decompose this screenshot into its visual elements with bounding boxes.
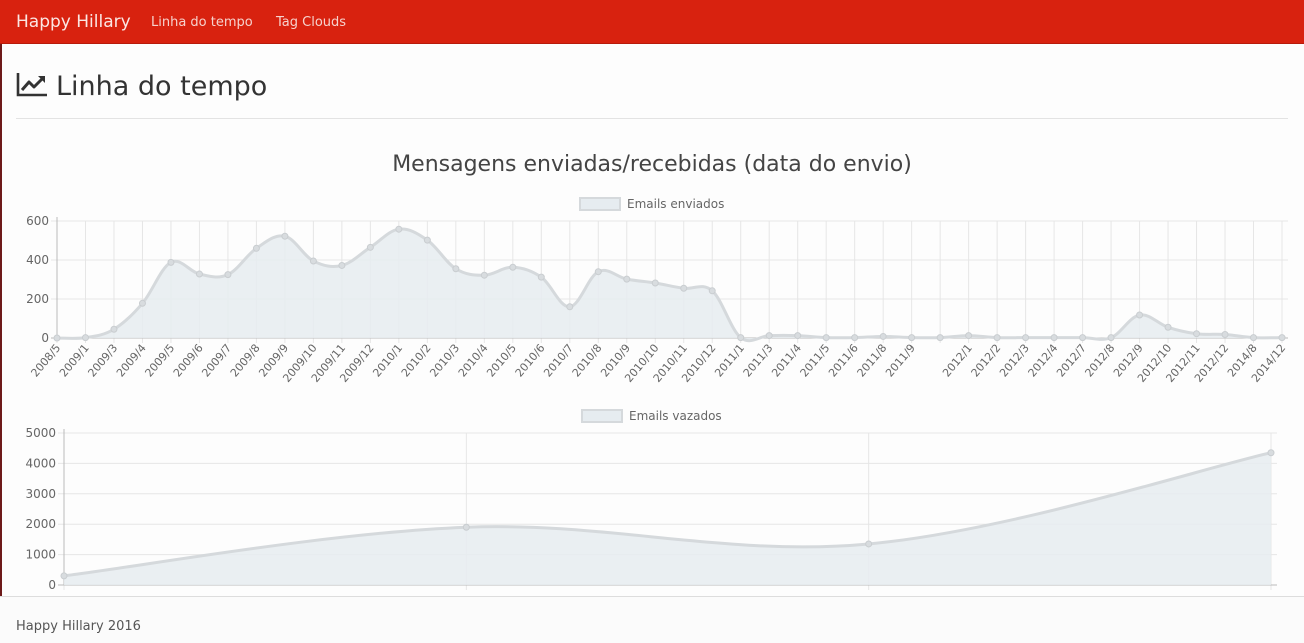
data-point bbox=[865, 540, 873, 548]
y-tick-label: 2000 bbox=[25, 517, 56, 531]
x-tick-label: 2010/8 bbox=[570, 342, 605, 380]
data-point bbox=[1250, 334, 1258, 342]
data-point bbox=[1164, 323, 1172, 331]
y-tick-label: 400 bbox=[26, 253, 49, 267]
data-point bbox=[366, 243, 374, 251]
y-tick-label: 0 bbox=[48, 578, 56, 592]
x-tick-label: 2009/7 bbox=[199, 342, 234, 380]
x-tick-label: 2012/1 bbox=[940, 342, 975, 380]
data-point bbox=[167, 258, 175, 266]
x-tick-label: 2011/3 bbox=[741, 342, 776, 380]
data-point bbox=[309, 257, 317, 265]
x-tick-label: 2012/3 bbox=[997, 342, 1032, 380]
data-point bbox=[1193, 330, 1201, 338]
data-point bbox=[60, 572, 68, 580]
x-tick-label: 2009/1 bbox=[57, 342, 92, 380]
x-tick-label: 2010/5 bbox=[484, 342, 519, 380]
y-tick-label: 600 bbox=[26, 214, 49, 228]
data-point bbox=[195, 270, 203, 278]
footer-text: Happy Hillary 2016 bbox=[16, 619, 141, 634]
data-point bbox=[1079, 334, 1087, 342]
legend-swatch bbox=[581, 409, 623, 423]
x-tick-label: 2009/8 bbox=[228, 342, 263, 380]
data-point bbox=[81, 334, 89, 342]
data-point bbox=[1136, 311, 1144, 319]
data-point bbox=[53, 334, 61, 342]
x-tick-label: 2012/7 bbox=[1054, 342, 1089, 380]
y-tick-label: 5000 bbox=[25, 426, 56, 440]
legend-label: Emails vazados bbox=[629, 409, 722, 423]
data-point bbox=[338, 261, 346, 269]
data-point bbox=[281, 232, 289, 240]
data-point bbox=[651, 279, 659, 287]
x-tick-label: 2011/6 bbox=[826, 342, 861, 380]
chart-0: Emails enviados02004006002008/52009/1200… bbox=[26, 197, 1288, 385]
x-tick-label: 2010/6 bbox=[513, 342, 548, 380]
legend-label: Emails enviados bbox=[627, 197, 724, 211]
x-tick-label: 2011/5 bbox=[798, 342, 833, 380]
data-point bbox=[993, 334, 1001, 342]
data-point bbox=[822, 334, 830, 342]
data-point bbox=[708, 287, 716, 295]
data-point bbox=[1221, 330, 1229, 338]
x-tick-label: 2010/4 bbox=[456, 342, 491, 380]
data-point bbox=[737, 334, 745, 342]
data-point bbox=[1050, 334, 1058, 342]
data-point bbox=[965, 332, 973, 340]
data-point bbox=[680, 284, 688, 292]
data-point bbox=[1278, 334, 1286, 342]
x-tick-label: 2011/8 bbox=[855, 342, 890, 380]
x-tick-label: 2011/9 bbox=[883, 342, 918, 380]
x-tick-label: 2010/1 bbox=[370, 342, 405, 380]
x-tick-label: 2009/3 bbox=[85, 342, 120, 380]
data-point bbox=[936, 334, 944, 342]
data-point bbox=[566, 303, 574, 311]
series-area bbox=[64, 452, 1271, 585]
data-point bbox=[794, 332, 802, 340]
x-tick-label: 2010/3 bbox=[427, 342, 462, 380]
data-point bbox=[851, 334, 859, 342]
data-point bbox=[462, 523, 470, 531]
y-tick-label: 4000 bbox=[25, 456, 56, 470]
footer: Happy Hillary 2016 bbox=[0, 596, 1304, 643]
data-point bbox=[765, 332, 773, 340]
data-point bbox=[138, 299, 146, 307]
legend-swatch bbox=[579, 197, 621, 211]
data-point bbox=[1107, 334, 1115, 342]
data-point bbox=[224, 271, 232, 279]
x-tick-label: 2010/2 bbox=[399, 342, 434, 380]
charts-canvas: Emails enviados02004006002008/52009/1200… bbox=[25, 197, 1288, 596]
x-tick-label: 2008/5 bbox=[28, 342, 63, 380]
x-tick-label: 2009/4 bbox=[114, 342, 149, 380]
y-tick-label: 0 bbox=[41, 331, 49, 345]
data-point bbox=[252, 244, 260, 252]
data-point bbox=[1267, 449, 1275, 457]
data-point bbox=[623, 275, 631, 283]
data-point bbox=[1022, 334, 1030, 342]
chart-1: Emails vazados01000200030004000500005/15… bbox=[25, 409, 1288, 596]
x-tick-label: 2009/6 bbox=[171, 342, 206, 380]
data-point bbox=[480, 271, 488, 279]
data-point bbox=[110, 325, 118, 333]
y-tick-label: 1000 bbox=[25, 548, 56, 562]
y-tick-label: 3000 bbox=[25, 487, 56, 501]
data-point bbox=[452, 265, 460, 273]
data-point bbox=[423, 236, 431, 244]
x-tick-label: 2012/4 bbox=[1026, 342, 1061, 380]
data-point bbox=[594, 268, 602, 276]
x-tick-label: 2010/7 bbox=[541, 342, 576, 380]
data-point bbox=[908, 334, 916, 342]
x-tick-label: 2011/4 bbox=[769, 342, 804, 380]
data-point bbox=[537, 273, 545, 281]
x-tick-label: 2012/2 bbox=[969, 342, 1004, 380]
x-tick-label: 2009/5 bbox=[142, 342, 177, 380]
data-point bbox=[395, 225, 403, 233]
data-point bbox=[509, 263, 517, 271]
x-tick-label: 2011/1 bbox=[712, 342, 747, 380]
data-point bbox=[879, 332, 887, 340]
y-tick-label: 200 bbox=[26, 292, 49, 306]
x-tick-label: 2012/8 bbox=[1083, 342, 1118, 380]
